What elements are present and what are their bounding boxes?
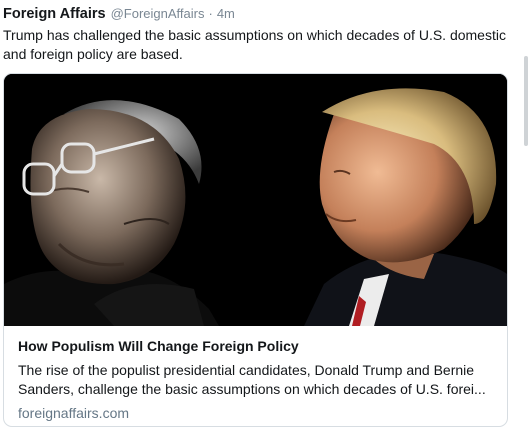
tweet-header: Foreign Affairs @ForeignAffairs · 4m <box>3 6 235 26</box>
scrollbar-thumb[interactable] <box>524 56 528 146</box>
card-description: The rise of the populist presidential ca… <box>18 362 486 397</box>
card-title[interactable]: How Populism Will Change Foreign Policy <box>18 337 496 355</box>
card-image[interactable] <box>4 74 507 326</box>
card-body: How Populism Will Change Foreign Policy … <box>18 337 496 421</box>
right-portrait <box>304 88 507 326</box>
author-name[interactable]: Foreign Affairs <box>3 6 106 22</box>
link-card[interactable]: How Populism Will Change Foreign Policy … <box>3 73 508 427</box>
tweet-text: Trump has challenged the basic assumptio… <box>3 27 506 62</box>
tweet-timestamp[interactable]: 4m <box>217 6 235 21</box>
header-separator: · <box>208 6 213 21</box>
photo-portraits-icon <box>4 74 507 326</box>
card-domain[interactable]: foreignaffairs.com <box>18 405 496 421</box>
author-handle[interactable]: @ForeignAffairs <box>111 6 205 21</box>
